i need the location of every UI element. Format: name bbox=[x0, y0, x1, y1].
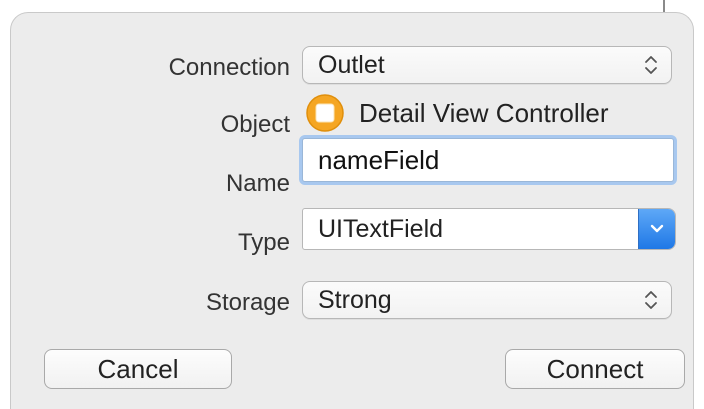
type-label: Type bbox=[237, 229, 290, 256]
name-label: Name bbox=[225, 170, 290, 197]
connection-label: Connection bbox=[168, 54, 290, 81]
storage-popup[interactable]: Strong bbox=[302, 281, 672, 319]
connection-value: Outlet bbox=[318, 51, 385, 79]
object-name: Detail View Controller bbox=[359, 98, 609, 128]
updown-arrows-icon bbox=[645, 56, 657, 74]
type-value[interactable]: UITextField bbox=[318, 215, 443, 243]
name-field[interactable] bbox=[302, 138, 674, 182]
chevron-down-icon bbox=[650, 224, 664, 233]
object-value: Detail View Controller bbox=[305, 92, 609, 134]
updown-arrows-icon bbox=[645, 291, 657, 309]
storage-label: Storage bbox=[205, 289, 290, 316]
connection-popup[interactable]: Outlet bbox=[302, 46, 672, 84]
storage-value: Strong bbox=[318, 286, 392, 314]
type-dropdown-button[interactable] bbox=[638, 209, 675, 249]
name-input[interactable] bbox=[303, 139, 673, 181]
view-controller-icon bbox=[306, 94, 344, 132]
screen: Connection Outlet Object Detail View Con… bbox=[0, 0, 704, 409]
type-combo-box[interactable]: UITextField bbox=[302, 208, 676, 250]
connect-button[interactable]: Connect bbox=[505, 349, 685, 389]
cancel-button[interactable]: Cancel bbox=[44, 349, 232, 389]
object-label: Object bbox=[220, 111, 290, 138]
